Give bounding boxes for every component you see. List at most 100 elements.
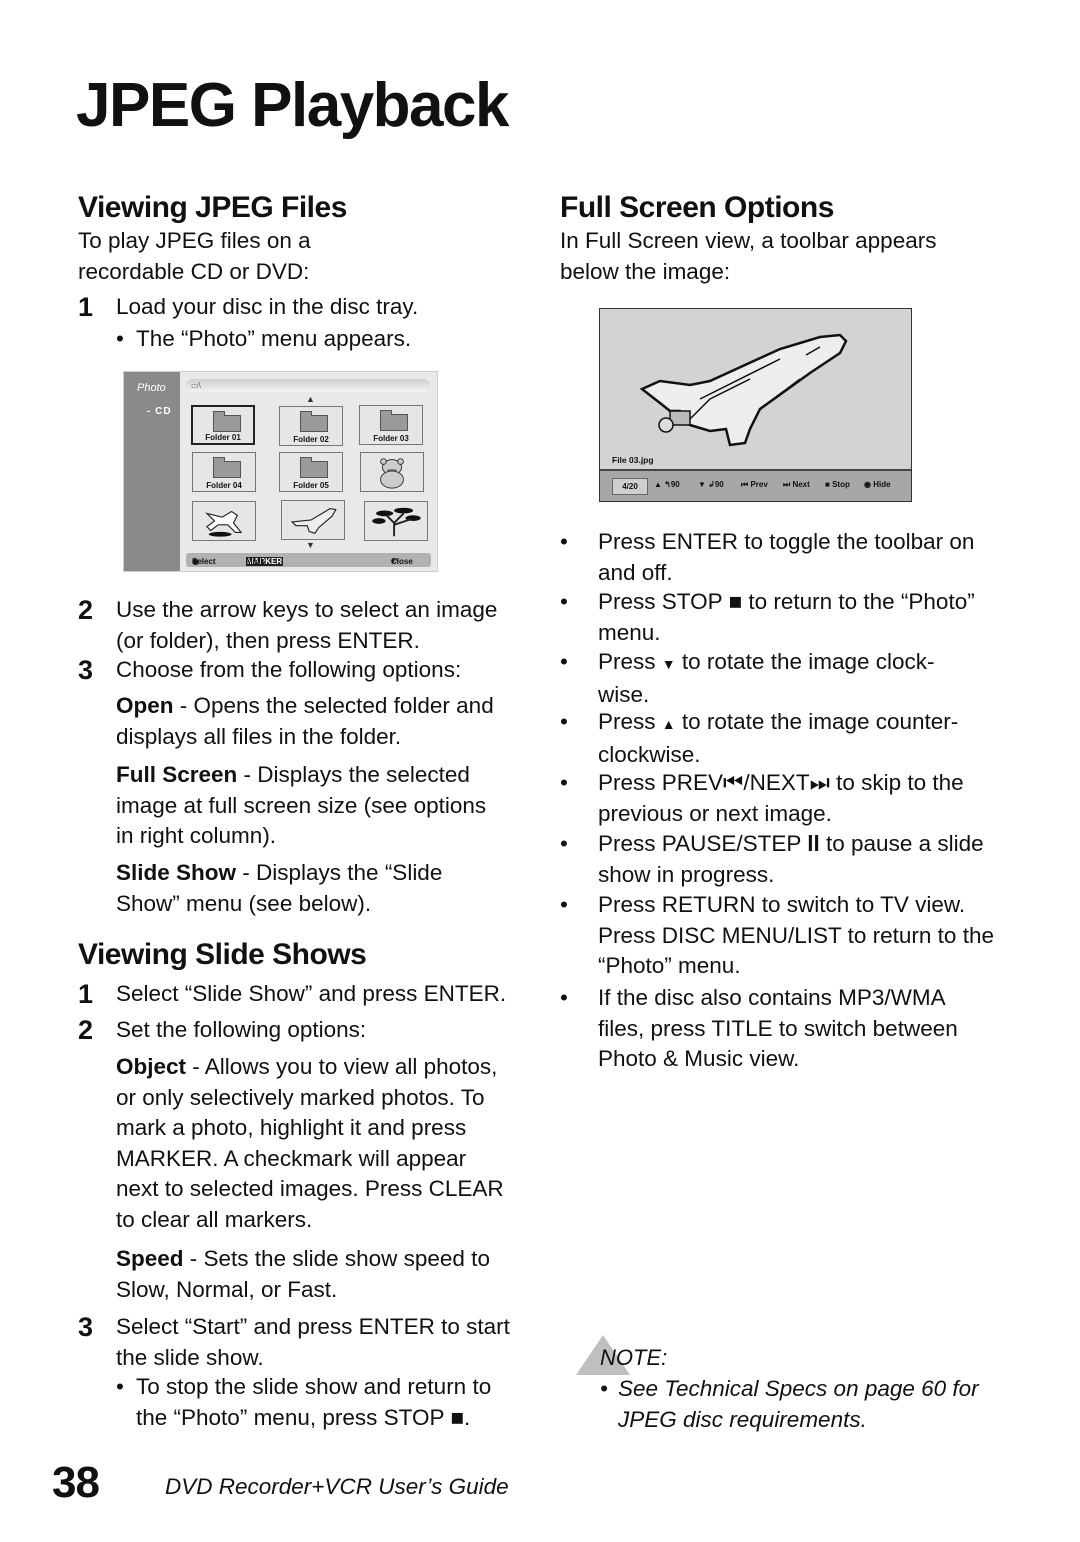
bullet-line: show in progress. [598,861,775,887]
bullet-text: Press PAUSE/STEP ll to pause a slide show… [598,829,1018,890]
image-counter: 4/20 [612,478,648,495]
up-arrow-icon: ▲ [661,716,676,732]
bullet-line: to pause a slide [819,831,984,856]
photo-tile-image[interactable] [281,500,345,540]
folder-icon [300,411,328,432]
option-desc: mark a photo, highlight it and press [116,1115,467,1140]
next-skip-icon: ⏭ [809,770,830,795]
next-label: Next [792,480,810,489]
option-desc: Slow, Normal, or Fast. [116,1276,338,1302]
rotate-cw-icon: ↲ [708,480,715,489]
photo-tile-image[interactable] [364,501,428,541]
sub-bullet-text: The “Photo” menu appears. [136,326,412,351]
viewing-jpeg-intro: To play JPEG files on a recordable CD or… [78,226,311,287]
folder-icon [213,457,241,478]
slide-step-2: 2 Set the following options: [78,1015,538,1045]
bullet-line: clockwise. [598,741,701,767]
intro-line: In Full Screen view, a toolbar appears [560,228,937,253]
step-number: 2 [78,1015,94,1045]
step-number: 3 [78,1312,94,1342]
stop-control[interactable]: ■ Stop [825,480,850,489]
option-desc: in right column). [116,823,277,848]
bullet-line: menu. [598,619,661,645]
bullet-text: Press PREV⏮/NEXT⏭ to skip to the previous… [598,768,1018,829]
page-title: JPEG Playback [76,71,510,140]
photo-tile-folder[interactable]: Folder 01 [191,405,255,445]
photo-tile-folder[interactable]: Folder 02 [279,406,343,446]
dog-thumbnail-icon [205,510,243,537]
option-term: Full Screen [116,762,238,787]
bullet-dot: • [560,649,568,674]
step-number: 3 [78,655,94,685]
fs-bullet: • Press STOP ■ to return to the “Photo” m… [560,587,1010,649]
option-desc: to clear all markers. [116,1206,313,1232]
bullet-text: If the disc also contains MP3/WMA files, … [598,983,1018,1075]
option-desc: - Displays the selected [237,762,470,787]
step-number: 2 [78,595,94,625]
note-label: NOTE: [600,1345,668,1370]
intro-line: below the image: [560,258,731,284]
shuttle-thumbnail-icon [290,508,337,534]
hide-control[interactable]: ◉ Hide [864,480,891,489]
bullet-text: Press STOP ■ to return to the “Photo” men… [598,587,1018,648]
photo-menu-source: - CD [147,406,172,417]
step-1-sub-bullet: • The “Photo” menu appears. [116,324,536,354]
tile-label: Folder 02 [293,435,329,444]
option-object: Object - Allows you to view all photos, … [116,1052,536,1235]
option-desc: next to selected images. Press CLEAR [116,1176,504,1201]
bullet-line: Press [598,709,656,734]
stop-label: Stop [832,480,850,489]
option-desc: displays all files in the folder. [116,723,402,749]
bullet-text: Press RETURN to switch to TV view. Press … [598,890,1018,982]
down-triangle-icon: ▼ [698,480,706,489]
step-line: the slide show. [116,1344,264,1370]
page-number: 38 [52,1458,100,1507]
file-name: File 03.jpg [612,455,654,465]
note-line: See Technical Specs on page 60 for [618,1376,979,1401]
note-line: JPEG disc requirements. [618,1406,867,1432]
photo-tile-image[interactable] [360,452,424,492]
photo-tile-folder[interactable]: Folder 05 [279,452,343,492]
bullet-dot: • [116,1374,124,1399]
step-number: 1 [78,979,94,1009]
fs-bullet: • Press ▼ to rotate the image clock-wise… [560,647,1010,709]
scroll-down-arrow-icon[interactable]: ▼ [306,540,315,550]
rotate-ccw-control[interactable]: ▲ ↰90 [654,480,680,489]
section-heading-viewing-jpeg: Viewing JPEG Files [78,191,347,224]
photo-menu-sidebar: Photo - CD [124,372,180,571]
path-text: \ [198,381,201,390]
next-control[interactable]: ⏭ Next [783,480,810,490]
rotate-cw-control[interactable]: ▼ ↲90 [698,480,724,489]
close-label: Close [391,557,413,566]
option-desc: - Sets the slide show speed to [183,1246,490,1271]
fs-bullet: • Press RETURN to switch to TV view. Pres… [560,890,1010,982]
option-desc: Show” menu (see below). [116,890,372,916]
photo-tile-folder[interactable]: Folder 03 [359,405,423,445]
full-screen-intro: In Full Screen view, a toolbar appears b… [560,226,936,287]
step-text: Use the arrow keys to select an image (o… [116,595,497,656]
step-text: Select “Slide Show” and press ENTER. [116,981,507,1006]
photo-tile-folder[interactable]: Folder 04 [192,452,256,492]
shuttle-image-icon [639,333,848,447]
bullet-line: Press PAUSE/STEP [598,831,801,856]
bullet-dot: • [560,892,568,917]
scroll-up-arrow-icon[interactable]: ▲ [306,394,315,404]
option-slide-show: Slide Show - Displays the “Slide Show” m… [116,858,536,919]
up-triangle-icon: ▲ [654,480,662,489]
bullet-dot: • [560,770,568,795]
photo-tile-image[interactable] [192,501,256,541]
option-desc: or only selectively marked photos. To [116,1084,485,1110]
bullet-dot: • [116,326,124,351]
tree-thumbnail-icon [372,507,421,537]
full-screen-toolbar: 4/20 ▲ ↰90 ▼ ↲90 ⏮ Prev ⏭ Next ■ Stop ◉ … [600,469,911,501]
bullet-dot: • [560,589,568,614]
prev-control[interactable]: ⏮ Prev [741,480,768,490]
hide-circle-icon: ◉ [864,480,871,489]
option-term: Speed [116,1246,184,1271]
photo-menu-footer: ◉ Select MARKER Mark ↶ Close [186,553,431,567]
slide-step-3: 3 Select “Start” and press ENTER to star… [78,1312,538,1374]
folder-icon [380,410,408,431]
bullet-text: Press ▼ to rotate the image clock-wise. [598,647,1018,710]
guide-name: DVD Recorder+VCR User’s Guide [165,1474,509,1499]
section-heading-slide-shows: Viewing Slide Shows [78,938,367,971]
